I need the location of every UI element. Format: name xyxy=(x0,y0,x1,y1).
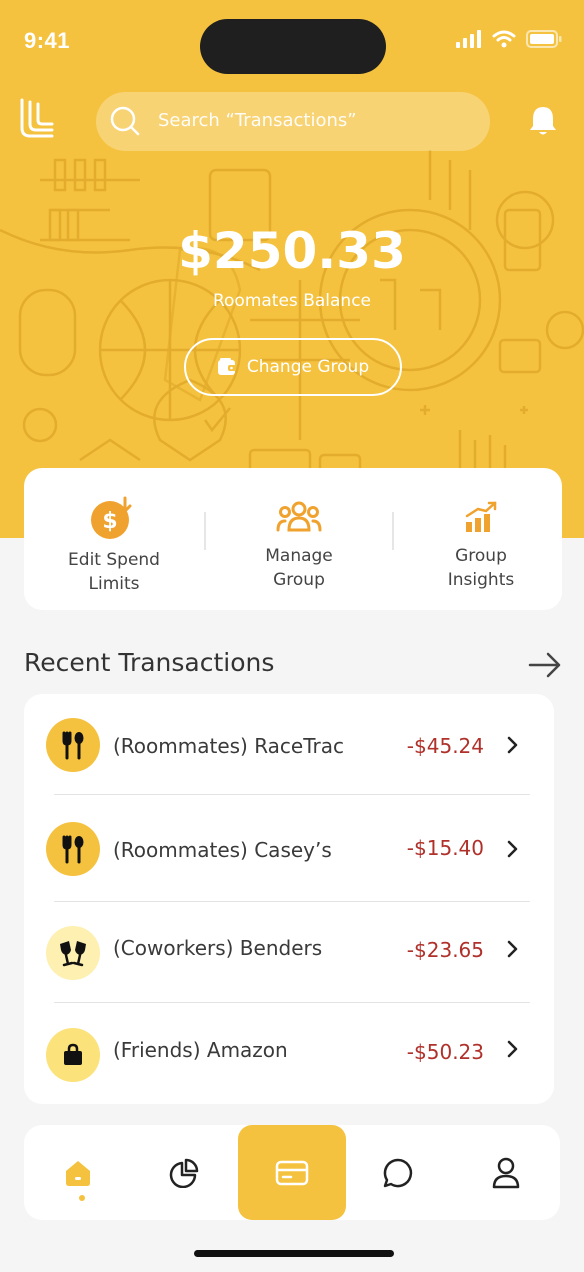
active-tab-indicator xyxy=(79,1195,85,1201)
home-icon xyxy=(66,1160,90,1186)
search-bar[interactable]: Search “Transactions” xyxy=(96,92,490,151)
chevron-right-icon xyxy=(507,840,518,858)
chevron-right-icon xyxy=(507,736,518,754)
app-screen: 9:41 Search “Transactions” $250.33 Rooma… xyxy=(0,0,584,1272)
manage-group-button[interactable]: Manage Group xyxy=(206,468,392,610)
search-input[interactable]: Search “Transactions” xyxy=(158,110,357,131)
transaction-row[interactable]: (Coworkers) Benders -$23.65 xyxy=(24,902,554,1002)
status-icons xyxy=(456,30,562,48)
transaction-amount: -$15.40 xyxy=(406,836,484,860)
bottom-tab-bar xyxy=(24,1125,560,1220)
wifi-icon xyxy=(492,30,516,48)
transaction-amount: -$45.24 xyxy=(406,734,484,758)
dollar-coin-icon: $ xyxy=(91,496,132,539)
tab-profile[interactable] xyxy=(456,1125,556,1220)
home-indicator xyxy=(194,1250,394,1257)
transaction-amount: -$50.23 xyxy=(406,1040,484,1064)
tab-card[interactable] xyxy=(242,1125,342,1220)
group-insights-label-2: Insights xyxy=(447,570,515,590)
manage-group-label-1: Manage xyxy=(265,546,333,566)
change-group-label: Change Group xyxy=(246,357,370,377)
logo-icon[interactable] xyxy=(18,98,56,140)
transaction-row[interactable]: (Roommates) Casey’s -$15.40 xyxy=(24,798,554,898)
bell-icon[interactable] xyxy=(526,104,560,138)
group-insights-button[interactable]: Group Insights xyxy=(394,468,562,610)
transaction-name: (Coworkers) Benders xyxy=(113,936,323,960)
edit-spend-limits-button[interactable]: $ Edit Spend Limits xyxy=(24,468,204,610)
chevron-right-icon xyxy=(507,1040,518,1058)
transaction-name: (Roommates) RaceTrac xyxy=(113,734,344,758)
cellular-signal-icon xyxy=(456,30,481,48)
cheers-glasses-icon xyxy=(46,926,100,980)
group-icon xyxy=(276,501,322,532)
manage-group-label-2: Group xyxy=(273,570,325,590)
divider xyxy=(54,794,530,795)
chevron-right-icon xyxy=(507,940,518,958)
header-hero: 9:41 Search “Transactions” $250.33 Rooma… xyxy=(0,0,584,538)
transaction-name: (Roommates) Casey’s xyxy=(113,838,332,862)
balance-label: Roomates Balance xyxy=(212,291,371,311)
status-time: 9:41 xyxy=(24,28,71,53)
tab-home[interactable] xyxy=(28,1125,128,1220)
transaction-amount: -$23.65 xyxy=(406,938,484,962)
transaction-row[interactable]: (Roommates) RaceTrac -$45.24 xyxy=(24,694,554,794)
shopping-bag-icon xyxy=(46,1028,100,1082)
user-icon xyxy=(492,1157,520,1188)
arrow-right-icon[interactable] xyxy=(528,650,562,680)
recent-transactions-title: Recent Transactions xyxy=(24,648,275,677)
divider xyxy=(54,1002,530,1003)
status-bar: 9:41 xyxy=(0,0,584,84)
card-icon xyxy=(275,1160,309,1185)
tab-insights[interactable] xyxy=(134,1125,234,1220)
pie-chart-icon xyxy=(169,1158,199,1188)
quick-actions-card: $ Edit Spend Limits Manage Group Group I… xyxy=(24,468,562,610)
search-icon xyxy=(110,106,140,136)
balance-amount: $250.33 xyxy=(178,222,406,280)
fork-spoon-icon xyxy=(46,822,100,876)
tab-messages[interactable] xyxy=(348,1125,448,1220)
edit-spend-limits-label-1: Edit Spend xyxy=(68,550,160,570)
chat-icon xyxy=(383,1158,413,1187)
change-group-button[interactable]: Change Group xyxy=(184,338,402,396)
svg-text:$: $ xyxy=(102,509,117,534)
growth-chart-icon xyxy=(465,501,497,532)
dynamic-island xyxy=(200,19,386,74)
edit-spend-limits-label-2: Limits xyxy=(88,574,140,594)
battery-icon xyxy=(526,30,562,48)
wallet-icon xyxy=(217,358,236,375)
transaction-row[interactable]: (Friends) Amazon -$50.23 xyxy=(24,1004,554,1104)
transactions-list: (Roommates) RaceTrac -$45.24 (Roommates)… xyxy=(24,694,554,1104)
fork-spoon-icon xyxy=(46,718,100,772)
transaction-name: (Friends) Amazon xyxy=(113,1038,288,1062)
group-insights-label-1: Group xyxy=(455,546,507,566)
